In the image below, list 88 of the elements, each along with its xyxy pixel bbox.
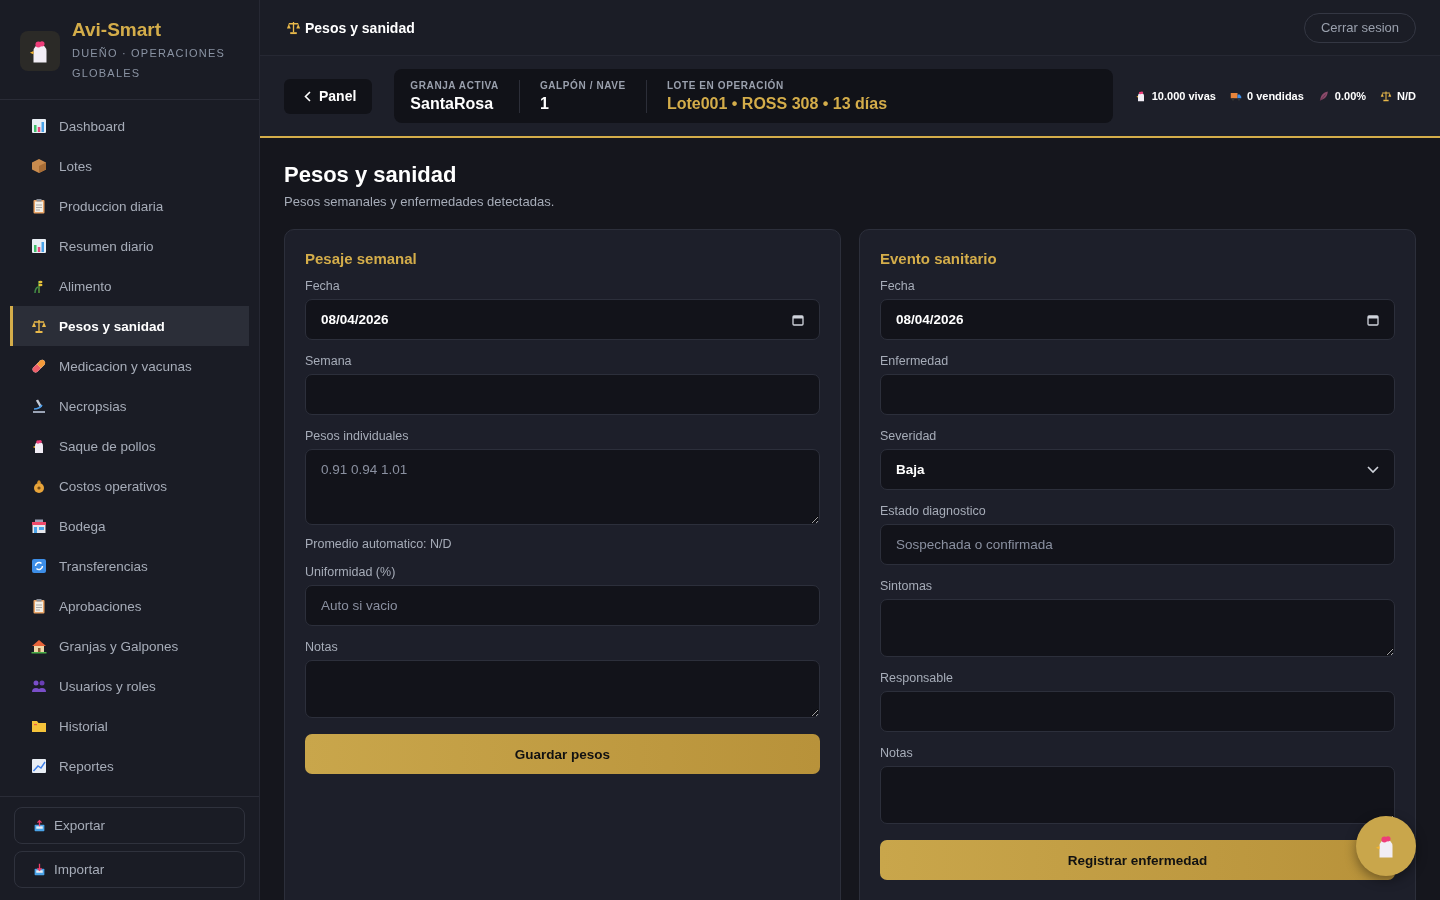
sidebar-item[interactable]: Transferencias	[10, 546, 249, 586]
input-field[interactable]	[880, 691, 1395, 732]
context-label: GRANJA ACTIVA	[410, 79, 499, 91]
field-label: Semana	[305, 354, 353, 368]
select-field[interactable]: Baja	[880, 449, 1395, 490]
trend-chart-icon	[31, 758, 47, 774]
context-label: GALPÓN / NAVE	[539, 79, 626, 91]
context-value: 1	[539, 94, 550, 113]
card-title: Pesaje semanal	[305, 250, 418, 267]
sidebar-item[interactable]: Medicacion y vacunas	[10, 346, 249, 386]
page-title: Pesos y sanidad	[284, 162, 458, 188]
top-bar-title: Pesos y sanidad	[305, 19, 415, 36]
input-field[interactable]: Auto si vacio	[305, 585, 820, 626]
bar-chart-icon	[31, 238, 47, 254]
export-tray-icon	[33, 819, 46, 832]
date-field[interactable]: 08/04/2026	[305, 299, 820, 340]
sidebar-item[interactable]: Costos operativos	[10, 466, 249, 506]
house-icon	[31, 638, 47, 654]
sidebar-item[interactable]: Resumen diario	[10, 226, 249, 266]
calendar-icon	[792, 313, 804, 326]
box-icon	[31, 158, 47, 174]
sidebar-item[interactable]: Granjas y Galpones	[10, 626, 249, 666]
field-label: Notas	[880, 746, 914, 760]
context-value: Lote001 • ROSS 308 • 13 días	[666, 94, 888, 113]
field-label: Fecha	[305, 279, 341, 293]
bar-chart-icon	[31, 118, 47, 134]
sidebar-item[interactable]: Usuarios y roles	[10, 666, 249, 706]
arrows-cycle-icon	[31, 558, 47, 574]
average-note: Promedio automatico: N/D	[305, 537, 453, 551]
field-label: Pesos individuales	[305, 429, 410, 443]
feather-icon	[1317, 90, 1330, 102]
calendar-icon	[1367, 313, 1379, 326]
field-label: Severidad	[880, 429, 938, 443]
text-area[interactable]: 0.91 0.94 1.01	[305, 449, 820, 525]
field-label: Sintomas	[880, 579, 934, 593]
context-label: LOTE EN OPERACIÓN	[666, 79, 785, 91]
sidebar-item[interactable]: Aprobaciones	[10, 586, 249, 626]
text-area[interactable]	[305, 660, 820, 718]
field-label: Uniformidad (%)	[305, 565, 397, 579]
scale-icon	[286, 20, 301, 35]
sidebar-item[interactable]: Saque de pollos	[10, 426, 249, 466]
stat-text: N/D	[1397, 90, 1416, 102]
scale-icon	[1380, 90, 1393, 102]
card-title: Evento sanitario	[880, 250, 998, 267]
field-label: Estado diagnostico	[880, 504, 987, 518]
clipboard-icon	[31, 598, 47, 614]
sidebar-item[interactable]: Necropsias	[10, 386, 249, 426]
field-label: Responsable	[880, 671, 954, 685]
submit-button[interactable]: Guardar pesos	[305, 734, 820, 774]
sidebar-item[interactable]: Historial	[10, 706, 249, 746]
chevron-down-icon	[1367, 465, 1379, 474]
brand-subtitle: DUEÑO · OPERACIONES GLOBALES	[72, 45, 226, 81]
field-label: Enfermedad	[880, 354, 950, 368]
store-icon	[31, 518, 47, 534]
people-icon	[31, 678, 47, 694]
sidebar-action-button[interactable]: Exportar	[14, 807, 245, 844]
submit-button[interactable]: Registrar enfermedad	[880, 840, 1395, 880]
stat-text: 0 vendidas	[1247, 90, 1304, 102]
sidebar-item[interactable]: Dashboard	[10, 106, 249, 146]
chevron-left-icon	[304, 90, 311, 102]
pill-icon	[31, 358, 47, 374]
clipboard-icon	[31, 198, 47, 214]
input-field[interactable]	[305, 374, 820, 415]
date-field[interactable]: 08/04/2026	[880, 299, 1395, 340]
sidebar-item[interactable]: Bodega	[10, 506, 249, 546]
scale-icon	[31, 318, 47, 334]
truck-icon	[1230, 90, 1242, 102]
back-button[interactable]: Panel	[284, 78, 373, 114]
stat-text: 10.000 vivas	[1151, 90, 1216, 102]
input-field[interactable]: Sospechada o confirmada	[880, 524, 1395, 565]
chicken-icon	[1134, 90, 1147, 102]
input-field[interactable]	[880, 374, 1395, 415]
sidebar-item[interactable]: Produccion diaria	[10, 186, 249, 226]
sidebar-item[interactable]: Pesos y sanidad	[10, 306, 249, 346]
sidebar-action-button[interactable]: Importar	[14, 851, 245, 888]
context-value: SantaRosa	[410, 94, 495, 113]
field-label: Fecha	[880, 279, 916, 293]
folder-icon	[31, 718, 47, 734]
stat-text: 0.00%	[1334, 90, 1367, 102]
import-tray-icon	[33, 863, 46, 876]
field-label: Notas	[305, 640, 339, 654]
sidebar-item[interactable]: Alimento	[10, 266, 249, 306]
text-area[interactable]	[880, 599, 1395, 657]
money-bag-icon	[31, 478, 47, 494]
sidebar-item[interactable]: Reportes	[10, 746, 249, 786]
sidebar-item[interactable]: Lotes	[10, 146, 249, 186]
brand-name: Avi-Smart	[72, 18, 163, 41]
page-subtitle: Pesos semanales y enfermedades detectadas.	[284, 194, 556, 209]
